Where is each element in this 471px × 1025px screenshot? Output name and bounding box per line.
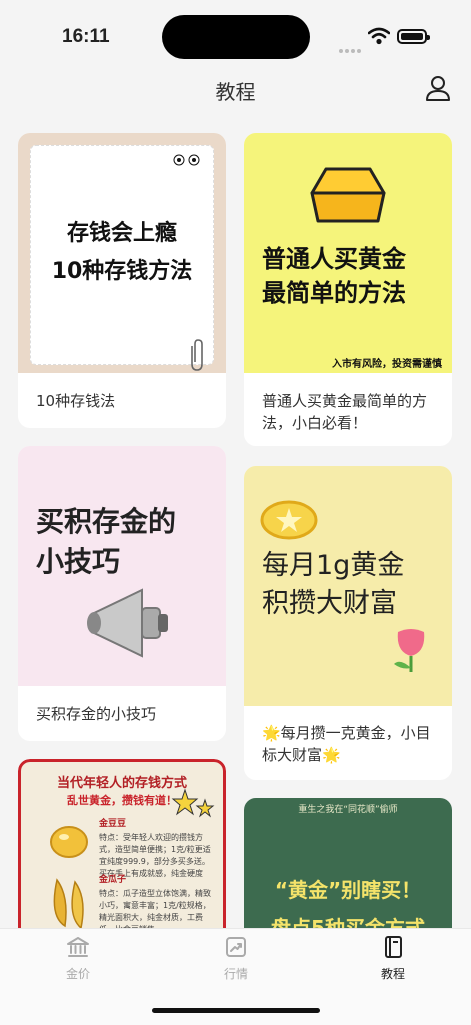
home-indicator[interactable] <box>152 1008 320 1013</box>
thumbnail-line-2: 10种存钱方法 <box>51 259 193 284</box>
card-thumbnail: 买积存金的 小技巧 <box>18 446 226 686</box>
item-name: 金豆豆 <box>99 819 127 829</box>
notebook-icon <box>385 936 402 958</box>
card-caption: 买积存金的小技巧 <box>36 705 157 723</box>
card-thumbnail: 存钱会上瘾 10种存钱方法 <box>18 133 226 373</box>
tulip-icon <box>394 629 425 672</box>
thumbnail-top-text: 重生之我在“同花顺”偷师 <box>298 805 398 815</box>
bank-icon <box>67 937 89 957</box>
thumbnail-line-1: “黄金”别瞎买！ <box>274 878 422 902</box>
risk-note: 入市有风险，投资需谨慎 <box>332 359 442 370</box>
status-time: 16:11 <box>62 26 110 47</box>
page-title: 教程 <box>215 80 256 104</box>
thumbnail-line-1: 普通人买黄金 <box>262 245 406 273</box>
tab-label: 行情 <box>223 967 248 981</box>
status-bar: 16:11 <box>0 0 471 78</box>
tutorial-card-3[interactable]: 买积存金的 小技巧 买积存金的小技巧 <box>18 446 226 741</box>
eyes-icon <box>173 154 200 166</box>
tutorial-card-4[interactable]: 每月1g黄金 积攒大财富 🌟每月攒一克黄金，小目标大财富🌟 <box>244 466 452 780</box>
paperclip-icon <box>191 339 203 371</box>
card-thumbnail: 普通人买黄金 最简单的方法 入市有风险，投资需谨慎 <box>244 133 452 373</box>
dynamic-island <box>162 15 310 59</box>
thumbnail-line-2: 小技巧 <box>36 545 121 578</box>
tutorial-card-2[interactable]: 普通人买黄金 最简单的方法 入市有风险，投资需谨慎 普通人买黄金最简单的方法，小… <box>244 133 452 446</box>
stars-decoration-icon <box>171 788 215 818</box>
user-profile-icon[interactable] <box>424 74 452 102</box>
item-description: 特点：受年轻人欢迎的攒钱方式，造型简单便携；1克/粒更适宜纯度999.9，部分多… <box>99 833 211 878</box>
card-thumbnail: 每月1g黄金 积攒大财富 <box>244 466 452 706</box>
card-caption: 10种存钱法 <box>36 392 116 410</box>
card-caption: 🌟每月攒一克黄金，小目标大财富🌟 <box>262 724 431 764</box>
battery-icon <box>397 29 430 44</box>
gold-seed-icon <box>53 878 84 930</box>
gold-bean-icon <box>50 826 88 858</box>
thumbnail-line-1: 每月1g黄金 <box>262 550 405 581</box>
gold-bar-icon <box>310 167 386 223</box>
card-caption: 普通人买黄金最简单的方法，小白必看！ <box>262 392 428 432</box>
thumbnail-line-1: 存钱会上瘾 <box>66 221 177 246</box>
thumbnail-line-2: 积攒大财富 <box>262 588 397 619</box>
star-sticker-icon <box>260 500 318 540</box>
cellular-signal-icon <box>339 38 363 53</box>
item-name: 金瓜子 <box>99 875 127 885</box>
tutorial-card-1[interactable]: 存钱会上瘾 10种存钱方法 10种存钱法 <box>18 133 226 428</box>
trend-chart-icon <box>226 937 246 957</box>
tab-label: 金价 <box>65 967 90 981</box>
thumbnail-line-1: 买积存金的 <box>36 505 177 538</box>
tab-label: 教程 <box>380 967 405 981</box>
wifi-icon <box>368 27 390 45</box>
megaphone-icon <box>87 588 168 658</box>
thumbnail-line-2: 最简单的方法 <box>262 279 406 307</box>
